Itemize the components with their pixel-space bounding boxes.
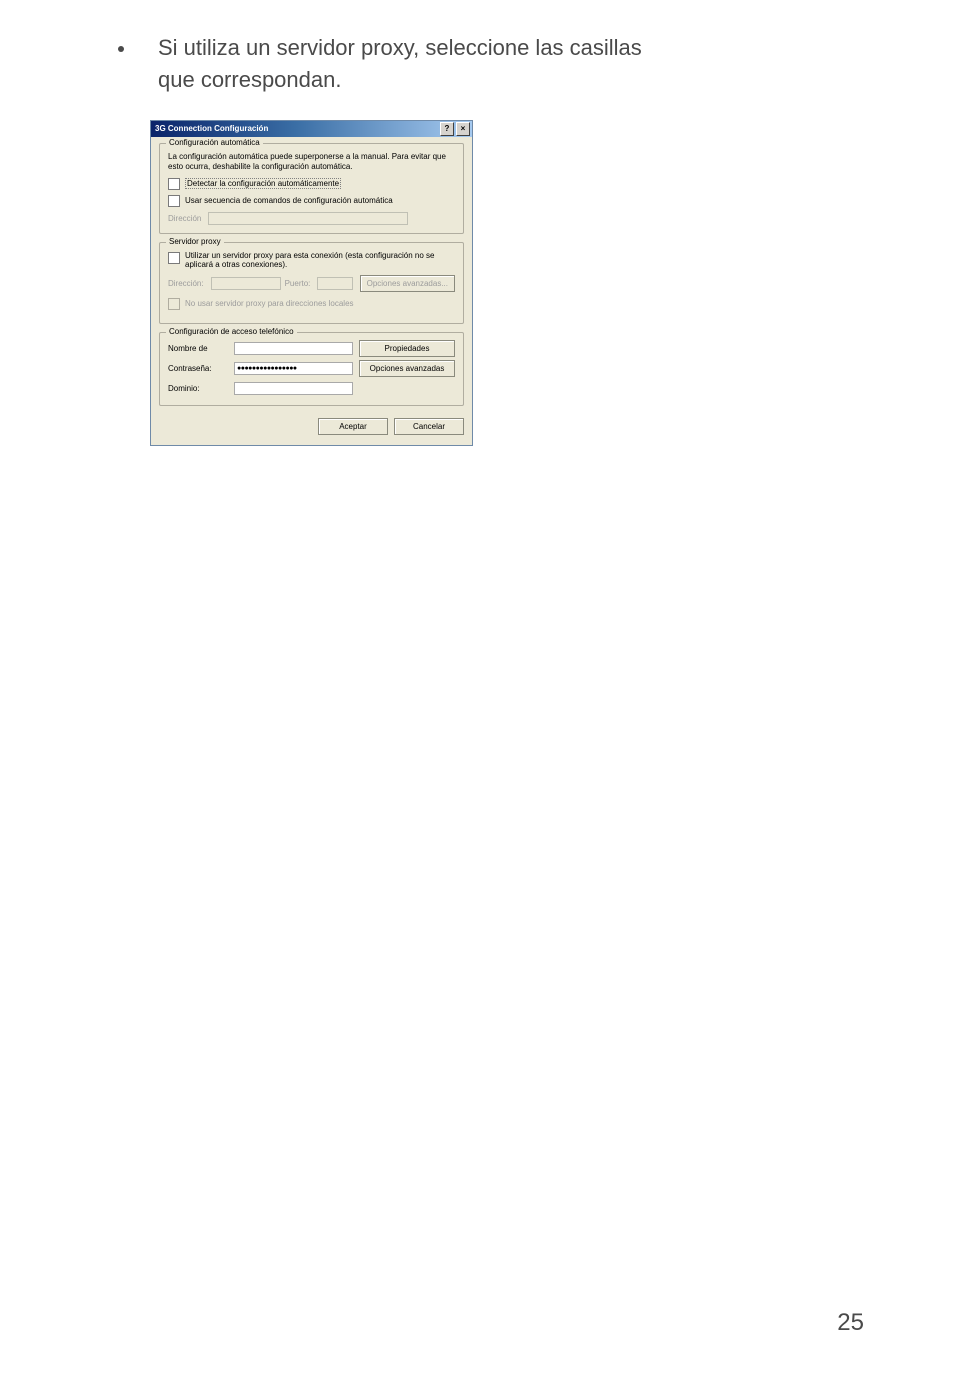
- use-proxy-checkbox[interactable]: [168, 252, 180, 264]
- username-input[interactable]: [234, 342, 353, 355]
- auto-config-description: La configuración automática puede superp…: [168, 152, 455, 172]
- help-button[interactable]: ?: [440, 122, 454, 136]
- settings-dialog: 3G Connection Configuración ? × Configur…: [150, 120, 473, 446]
- proxy-group: Servidor proxy Utilizar un servidor prox…: [159, 242, 464, 324]
- bypass-local-label: No usar servidor proxy para direcciones …: [185, 299, 354, 308]
- auto-address-label: Dirección: [168, 214, 201, 223]
- dialup-advanced-button[interactable]: Opciones avanzadas: [359, 360, 455, 377]
- auto-config-group: Configuración automática La configuració…: [159, 143, 464, 234]
- domain-input[interactable]: [234, 382, 353, 395]
- proxy-legend: Servidor proxy: [166, 237, 224, 246]
- proxy-address-input: [211, 277, 281, 290]
- dialog-title: 3G Connection Configuración: [155, 124, 438, 133]
- detect-auto-label: Detectar la configuración automáticament…: [185, 178, 341, 189]
- dialup-group: Configuración de acceso telefónico Nombr…: [159, 332, 464, 406]
- proxy-address-label: Dirección:: [168, 279, 204, 288]
- ok-button[interactable]: Aceptar: [318, 418, 388, 435]
- bypass-local-checkbox: [168, 298, 180, 310]
- password-input[interactable]: ●●●●●●●●●●●●●●●●: [234, 362, 353, 375]
- dialup-legend: Configuración de acceso telefónico: [166, 327, 297, 336]
- domain-label: Dominio:: [168, 384, 228, 393]
- cancel-button[interactable]: Cancelar: [394, 418, 464, 435]
- instruction-text: Si utiliza un servidor proxy, seleccione…: [158, 32, 678, 96]
- password-label: Contraseña:: [168, 364, 228, 373]
- bullet-icon: [118, 46, 124, 52]
- dialog-titlebar: 3G Connection Configuración ? ×: [151, 121, 472, 137]
- use-proxy-label: Utilizar un servidor proxy para esta con…: [185, 251, 455, 269]
- proxy-advanced-button: Opciones avanzadas...: [360, 275, 455, 292]
- use-script-checkbox[interactable]: [168, 195, 180, 207]
- auto-address-input: [208, 212, 408, 225]
- auto-config-legend: Configuración automática: [166, 138, 263, 147]
- use-script-label: Usar secuencia de comandos de configurac…: [185, 196, 393, 205]
- username-label: Nombre de: [168, 344, 228, 353]
- properties-button[interactable]: Propiedades: [359, 340, 455, 357]
- proxy-port-input: [317, 277, 353, 290]
- proxy-port-label: Puerto:: [285, 279, 311, 288]
- close-button[interactable]: ×: [456, 122, 470, 136]
- page-number: 25: [837, 1309, 864, 1337]
- instruction-bullet-row: Si utiliza un servidor proxy, seleccione…: [90, 32, 864, 96]
- detect-auto-checkbox[interactable]: [168, 178, 180, 190]
